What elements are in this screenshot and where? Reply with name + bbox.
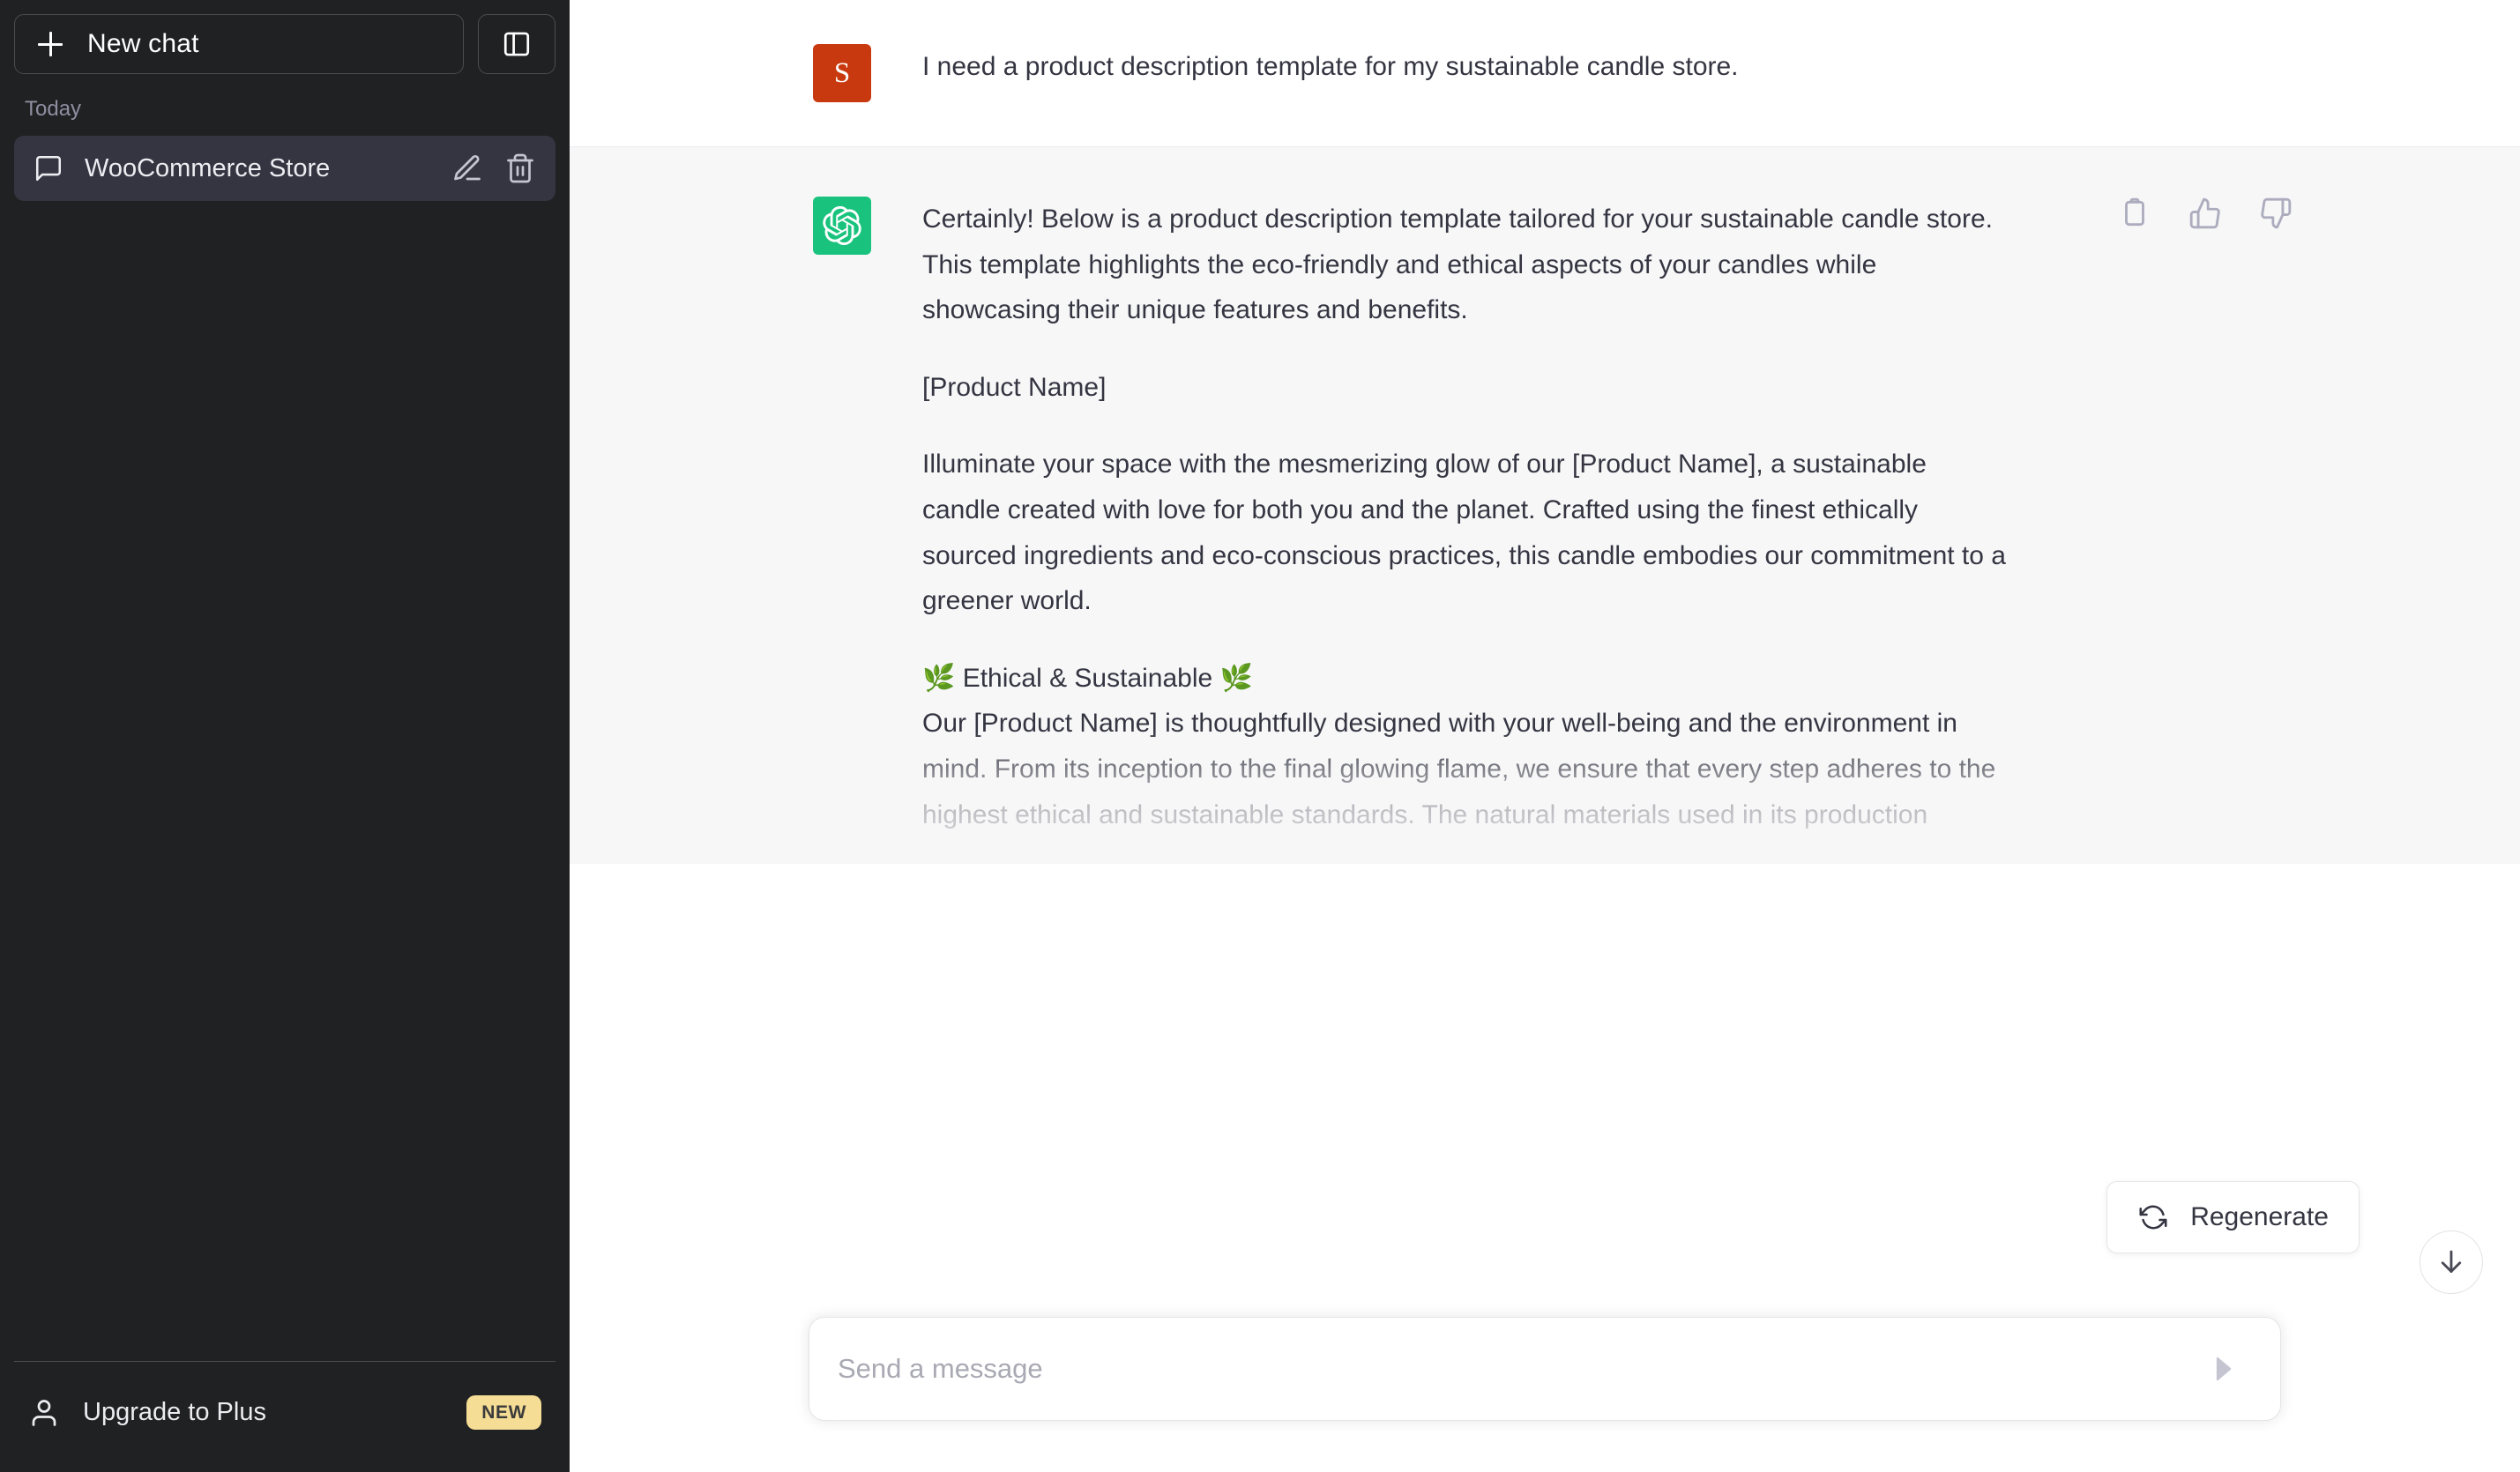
assistant-section-heading: 🌿 Ethical & Sustainable 🌿 (922, 663, 1253, 693)
assistant-section-body: Our [Product Name] is thoughtfully desig… (922, 709, 1996, 829)
avatar-assistant (813, 197, 871, 255)
message-square-icon (35, 155, 62, 182)
avatar-user: S (813, 44, 871, 102)
avatar-initial: S (833, 56, 851, 89)
refresh-icon (2139, 1205, 2167, 1230)
message-inner: S I need a product description template … (813, 0, 2277, 146)
sidebar-section-today: Today (25, 97, 82, 121)
upgrade-label: Upgrade to Plus (83, 1398, 266, 1426)
assistant-text-column: Certainly! Below is a product descriptio… (922, 197, 2007, 837)
user-icon (32, 1399, 56, 1426)
message-assistant: Certainly! Below is a product descriptio… (570, 147, 2520, 865)
message-user: S I need a product description template … (570, 0, 2520, 147)
send-button[interactable] (2201, 1345, 2248, 1393)
send-arrow-icon (2216, 1357, 2232, 1381)
scroll-to-bottom-button[interactable] (2419, 1230, 2483, 1294)
trash-icon[interactable] (504, 152, 536, 184)
message-action-buttons (2118, 197, 2293, 230)
user-message-text: I need a product description template fo… (922, 52, 1739, 81)
sidebar-panel-icon (503, 32, 530, 56)
main-panel: S I need a product description template … (570, 0, 2520, 1472)
copy-icon[interactable] (2118, 197, 2151, 230)
chatgpt-app: New chat Today WooCommerce Store Upgrade… (0, 0, 2520, 1472)
message-inner: Certainly! Below is a product descriptio… (813, 147, 2292, 864)
assistant-paragraph-illuminate: Illuminate your space with the mesmerizi… (922, 450, 2006, 616)
arrow-down-icon (2441, 1250, 2462, 1273)
regenerate-button[interactable]: Regenerate (2106, 1181, 2360, 1253)
new-chat-button[interactable]: New chat (14, 14, 464, 74)
openai-logo-icon (823, 206, 861, 245)
new-chat-label: New chat (87, 29, 199, 58)
sidebar-item-woocommerce-store[interactable]: WooCommerce Store (14, 136, 555, 201)
composer-box (809, 1317, 2281, 1421)
sidebar-header: New chat (14, 14, 555, 74)
upgrade-to-plus-button[interactable]: Upgrade to Plus NEW (14, 1383, 555, 1442)
thumbs-up-icon[interactable] (2188, 197, 2222, 230)
sidebar-toggle-button[interactable] (478, 14, 555, 74)
chat-item-actions (451, 152, 536, 184)
assistant-paragraph-intro: Certainly! Below is a product descriptio… (922, 204, 1993, 325)
message-body: Certainly! Below is a product descriptio… (922, 197, 2277, 837)
sidebar-footer: Upgrade to Plus NEW (14, 1361, 555, 1472)
assistant-truncated-section: 🌿 Ethical & Sustainable 🌿 Our [Product N… (922, 656, 2007, 837)
pencil-icon[interactable] (451, 152, 483, 184)
status-badge-new: NEW (466, 1395, 541, 1430)
message-body: I need a product description template fo… (922, 44, 2277, 102)
chat-title: WooCommerce Store (85, 153, 331, 182)
composer (809, 1317, 2281, 1421)
regenerate-label: Regenerate (2190, 1202, 2329, 1231)
thumbs-down-icon[interactable] (2259, 197, 2293, 230)
sidebar: New chat Today WooCommerce Store Upgrade… (0, 0, 570, 1472)
plus-icon (38, 32, 63, 56)
message-input[interactable] (838, 1353, 2201, 1385)
assistant-paragraph-product-name: [Product Name] (922, 372, 1107, 402)
